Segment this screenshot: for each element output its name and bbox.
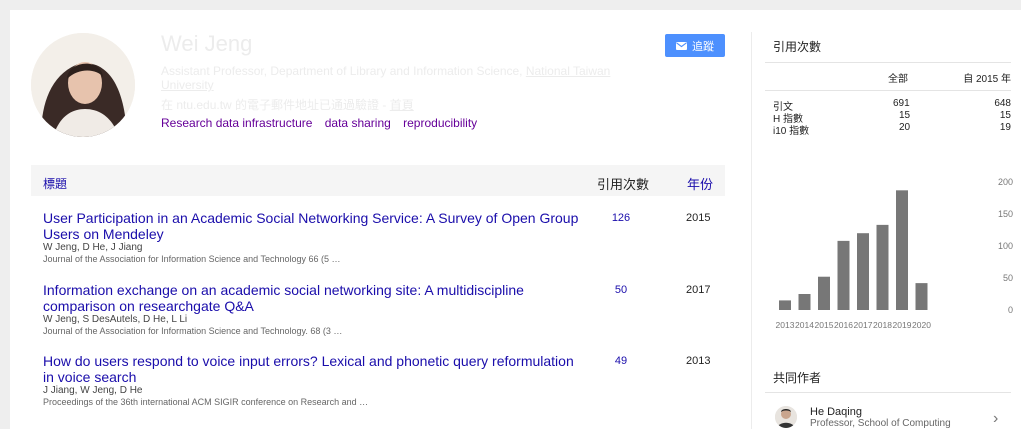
- chart-y-tick-label: 50: [1003, 273, 1013, 283]
- stats-all-value: 20: [899, 122, 911, 133]
- stats-since-value: 648: [994, 98, 1011, 109]
- chart-y-tick-label: 150: [998, 209, 1013, 219]
- profile-photo-icon: [31, 33, 135, 137]
- article-citation-count[interactable]: 49: [601, 355, 641, 367]
- stats-since-value: 19: [999, 122, 1011, 133]
- chart-bar-2016[interactable]: [837, 240, 850, 310]
- stats-col-all: 全部: [888, 74, 908, 85]
- stats-divider: [765, 62, 1011, 63]
- profile-card: Wei Jeng Assistant Professor, Department…: [10, 10, 1021, 429]
- chart-x-label: 2014: [795, 320, 814, 330]
- column-divider: [751, 32, 752, 429]
- chart-bar-2013[interactable]: [779, 300, 791, 310]
- citations-heading: 引用次數: [773, 40, 822, 54]
- chart-x-label: 2015: [815, 320, 834, 330]
- chart-x-label: 2013: [776, 320, 795, 330]
- coauthor-name[interactable]: He Daqing: [810, 406, 862, 418]
- envelope-icon: [676, 41, 687, 50]
- interest-link[interactable]: reproducibility: [403, 116, 477, 130]
- articles-table-header: 標題 引用次數 年份: [31, 165, 725, 196]
- article-authors: J Jiang, W Jeng, D He: [43, 385, 143, 396]
- profile-name: Wei Jeng: [161, 31, 253, 56]
- stats-since-value: 15: [999, 110, 1011, 121]
- stats-divider: [765, 90, 1011, 91]
- chart-x-label: 2019: [893, 320, 912, 330]
- article-title-link[interactable]: How do users respond to voice input erro…: [43, 353, 588, 385]
- chart-x-label: 2018: [873, 320, 892, 330]
- article-authors: W Jeng, D He, J Jiang: [43, 242, 143, 253]
- coauthors-divider: [765, 392, 1011, 393]
- follow-button[interactable]: 追蹤: [665, 34, 725, 57]
- article-citation-count[interactable]: 126: [601, 212, 641, 224]
- profile-avatar[interactable]: [31, 33, 135, 137]
- coauthors-heading: 共同作者: [773, 371, 822, 385]
- chart-x-label: 2020: [912, 320, 931, 330]
- coauthor-photo-icon: [775, 406, 797, 428]
- sort-cited-header[interactable]: 引用次數: [597, 174, 649, 193]
- chart-bar-2018[interactable]: [876, 224, 889, 310]
- chart-bar-2019[interactable]: [896, 190, 908, 310]
- sort-title-header[interactable]: 標題: [43, 175, 67, 192]
- article-venue: Proceedings of the 36th international AC…: [43, 397, 369, 407]
- chart-y-tick-label: 100: [998, 241, 1013, 251]
- stats-col-since: 自 2015 年: [963, 74, 1011, 85]
- coauthor-avatar[interactable]: [775, 406, 797, 428]
- stats-all-value: 15: [899, 110, 911, 121]
- coauthor-role: Professor, School of Computing: [810, 418, 951, 429]
- chart-x-label: 2016: [834, 320, 853, 330]
- article-title-link[interactable]: Information exchange on an academic soci…: [43, 282, 588, 314]
- follow-label: 追蹤: [692, 40, 714, 53]
- research-interests: Research data infrastructure data sharin…: [161, 116, 486, 130]
- chart-x-label: 2017: [854, 320, 873, 330]
- homepage-link[interactable]: 首頁: [390, 98, 414, 112]
- chart-bar-2015[interactable]: [818, 276, 830, 310]
- citations-bar-chart: 2013 2014 2015 2016 2017 2018 2019 2020 200 150 10…: [776, 177, 1013, 330]
- email-verified-text: 在 ntu.edu.tw 的電子郵件地址已通過驗證: [161, 98, 380, 112]
- interest-link[interactable]: Research data infrastructure: [161, 116, 312, 130]
- stats-row-label: i10 指數: [773, 126, 810, 137]
- chevron-right-icon[interactable]: ›: [993, 410, 998, 428]
- article-citation-count[interactable]: 50: [601, 284, 641, 296]
- article-year: 2013: [686, 355, 711, 367]
- affiliation-text: Assistant Professor, Department of Libra…: [161, 64, 526, 78]
- interest-link[interactable]: data sharing: [325, 116, 391, 130]
- chart-y-tick-label: 0: [1008, 305, 1013, 315]
- chart-bar-2014[interactable]: [798, 294, 811, 310]
- article-year: 2017: [686, 284, 711, 296]
- article-authors: W Jeng, S DesAutels, D He, L Li: [43, 314, 188, 325]
- stats-all-value: 691: [893, 98, 910, 109]
- profile-affiliation: Assistant Professor, Department of Libra…: [161, 64, 621, 92]
- chart-y-tick-label: 200: [998, 177, 1013, 187]
- article-year: 2015: [686, 212, 711, 224]
- article-title-link[interactable]: User Participation in an Academic Social…: [43, 210, 588, 242]
- chart-bar-2017[interactable]: [857, 233, 869, 310]
- sort-year-header[interactable]: 年份: [687, 174, 713, 193]
- article-venue: Journal of the Association for Informati…: [43, 326, 343, 336]
- article-venue: Journal of the Association for Informati…: [43, 254, 341, 264]
- chart-bar-2020[interactable]: [915, 283, 928, 310]
- profile-email-note: 在 ntu.edu.tw 的電子郵件地址已通過驗證 - 首頁: [161, 98, 414, 112]
